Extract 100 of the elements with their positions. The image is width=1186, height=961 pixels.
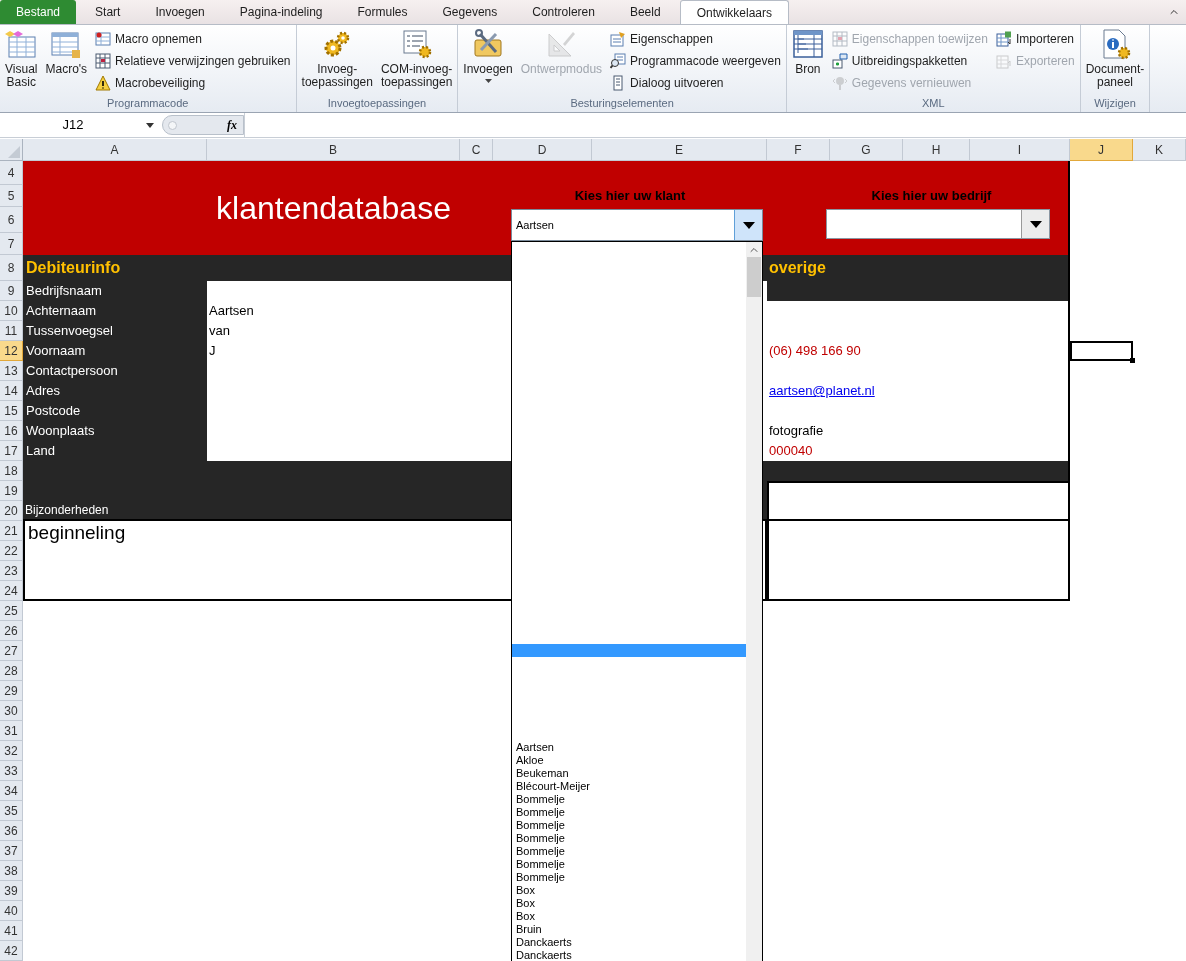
list-item[interactable]: Bommelje xyxy=(512,845,746,858)
row-header[interactable]: 39 xyxy=(0,881,23,901)
dropdown-field[interactable]: Aartsen xyxy=(511,209,763,241)
ribbon-button[interactable]: Macro opnemen xyxy=(93,28,293,50)
select-all-corner[interactable] xyxy=(0,139,23,161)
column-header[interactable]: F xyxy=(767,139,830,161)
formula-tools-field[interactable]: fx xyxy=(162,115,244,135)
ribbon-button[interactable]: Uitbreidingspakketten xyxy=(829,50,990,72)
list-item[interactable]: Bruin xyxy=(512,923,746,936)
scroll-thumb[interactable] xyxy=(747,257,761,297)
row-header[interactable]: 6 xyxy=(0,207,23,233)
ribbon-button[interactable]: Invoegen xyxy=(461,28,515,83)
list-item[interactable]: Box xyxy=(512,884,746,897)
list-item[interactable]: Bommelje xyxy=(512,858,746,871)
row-header[interactable]: 10 xyxy=(0,301,23,321)
row-header[interactable]: 33 xyxy=(0,761,23,781)
column-header[interactable]: G xyxy=(830,139,903,161)
column-header[interactable]: J xyxy=(1070,139,1133,161)
ribbon-button[interactable]: COM-invoeg- toepassingen xyxy=(378,28,455,89)
row-header[interactable]: 22 xyxy=(0,541,23,561)
row-header[interactable]: 20 xyxy=(0,501,23,521)
column-header[interactable]: C xyxy=(460,139,493,161)
ribbon-tab[interactable]: Beeld xyxy=(613,0,677,24)
row-header[interactable]: 27 xyxy=(0,641,23,661)
row-header[interactable]: 11 xyxy=(0,321,23,341)
ribbon-tab[interactable]: Formules xyxy=(341,0,424,24)
fill-handle-icon[interactable] xyxy=(1130,358,1135,363)
caret-icon[interactable] xyxy=(146,122,154,128)
ribbon-tab[interactable]: Gegevens xyxy=(426,0,514,24)
insert-function-button[interactable]: fx xyxy=(227,116,237,134)
ribbon-tab[interactable]: Start xyxy=(79,0,137,24)
row-header[interactable]: 36 xyxy=(0,821,23,841)
row-header[interactable]: 30 xyxy=(0,701,23,721)
ribbon-tab[interactable]: Ontwikkelaars xyxy=(679,0,789,24)
list-item[interactable]: Bommelje xyxy=(512,832,746,845)
ribbon-button[interactable]: Macrobeveiliging xyxy=(93,72,293,94)
list-item[interactable]: Box xyxy=(512,910,746,923)
column-header[interactable]: A xyxy=(23,139,207,161)
column-header[interactable]: B xyxy=(207,139,460,161)
ribbon-button[interactable]: Importeren xyxy=(993,28,1077,50)
row-header[interactable]: 38 xyxy=(0,861,23,881)
row-header[interactable]: 31 xyxy=(0,721,23,741)
row-header[interactable]: 21 xyxy=(0,521,23,541)
email-link[interactable]: aartsen@planet.nl xyxy=(767,381,1070,401)
row-header[interactable]: 32 xyxy=(0,741,23,761)
selected-cell[interactable] xyxy=(1070,341,1133,361)
row-header[interactable]: 29 xyxy=(0,681,23,701)
dropdown-field[interactable] xyxy=(826,209,1050,239)
row-header[interactable]: 5 xyxy=(0,185,23,207)
list-item[interactable]: Bommelje xyxy=(512,806,746,819)
ribbon-button[interactable]: Dialoog uitvoeren xyxy=(608,72,783,94)
row-header[interactable]: 26 xyxy=(0,621,23,641)
ribbon-button[interactable]: Invoeg- toepassingen xyxy=(299,28,375,89)
row-header[interactable]: 40 xyxy=(0,901,23,921)
ribbon-tab[interactable]: Bestand xyxy=(0,0,77,24)
list-item[interactable]: Bommelje xyxy=(512,793,746,806)
list-item[interactable]: Box xyxy=(512,897,746,910)
row-header[interactable]: 37 xyxy=(0,841,23,861)
row-header[interactable]: 24 xyxy=(0,581,23,601)
ribbon-button[interactable]: Bron xyxy=(789,28,826,76)
row-header[interactable]: 4 xyxy=(0,161,23,185)
scrollbar[interactable] xyxy=(746,242,762,961)
row-header[interactable]: 7 xyxy=(0,233,23,255)
ribbon-tab[interactable]: Controleren xyxy=(516,0,611,24)
row-header[interactable]: 14 xyxy=(0,381,23,401)
list-item[interactable]: Danckaerts xyxy=(512,949,746,961)
ribbon-button[interactable]: Programmacode weergeven xyxy=(608,50,783,72)
row-header[interactable]: 41 xyxy=(0,921,23,941)
row-header[interactable]: 12 xyxy=(0,341,23,361)
row-header[interactable]: 15 xyxy=(0,401,23,421)
row-header[interactable]: 17 xyxy=(0,441,23,461)
row-header[interactable]: 16 xyxy=(0,421,23,441)
list-item[interactable]: Akloe xyxy=(512,754,746,767)
list-item[interactable]: Bommelje xyxy=(512,819,746,832)
row-header[interactable]: 34 xyxy=(0,781,23,801)
list-item[interactable]: Bommelje xyxy=(512,871,746,884)
row-header[interactable]: 19 xyxy=(0,481,23,501)
row-header[interactable]: 8 xyxy=(0,255,23,281)
column-header[interactable]: D xyxy=(493,139,592,161)
column-header[interactable]: I xyxy=(970,139,1070,161)
list-item[interactable]: Danckaerts xyxy=(512,936,746,949)
column-header[interactable]: E xyxy=(592,139,767,161)
row-header[interactable]: 13 xyxy=(0,361,23,381)
row-header[interactable]: 25 xyxy=(0,601,23,621)
row-header[interactable]: 35 xyxy=(0,801,23,821)
row-header[interactable]: 28 xyxy=(0,661,23,681)
row-header[interactable]: 9 xyxy=(0,281,23,301)
ribbon-tab[interactable]: Invoegen xyxy=(139,0,221,24)
list-item[interactable]: Blécourt-Meijer xyxy=(512,780,746,793)
ribbon-button[interactable]: Visual Basic xyxy=(3,28,40,89)
column-header[interactable]: K xyxy=(1133,139,1186,161)
ribbon-tab[interactable]: Pagina-indeling xyxy=(223,0,339,24)
ribbon-button[interactable]: Eigenschappen xyxy=(608,28,783,50)
column-header[interactable]: H xyxy=(903,139,970,161)
name-box[interactable]: J12 xyxy=(0,114,146,136)
list-item[interactable]: Beukeman xyxy=(512,767,746,780)
row-header[interactable]: 23 xyxy=(0,561,23,581)
ribbon-button[interactable]: Relatieve verwijzingen gebruiken xyxy=(93,50,293,72)
list-item[interactable]: Aartsen xyxy=(512,741,746,754)
ribbon-button[interactable]: Document- paneel xyxy=(1083,28,1147,89)
